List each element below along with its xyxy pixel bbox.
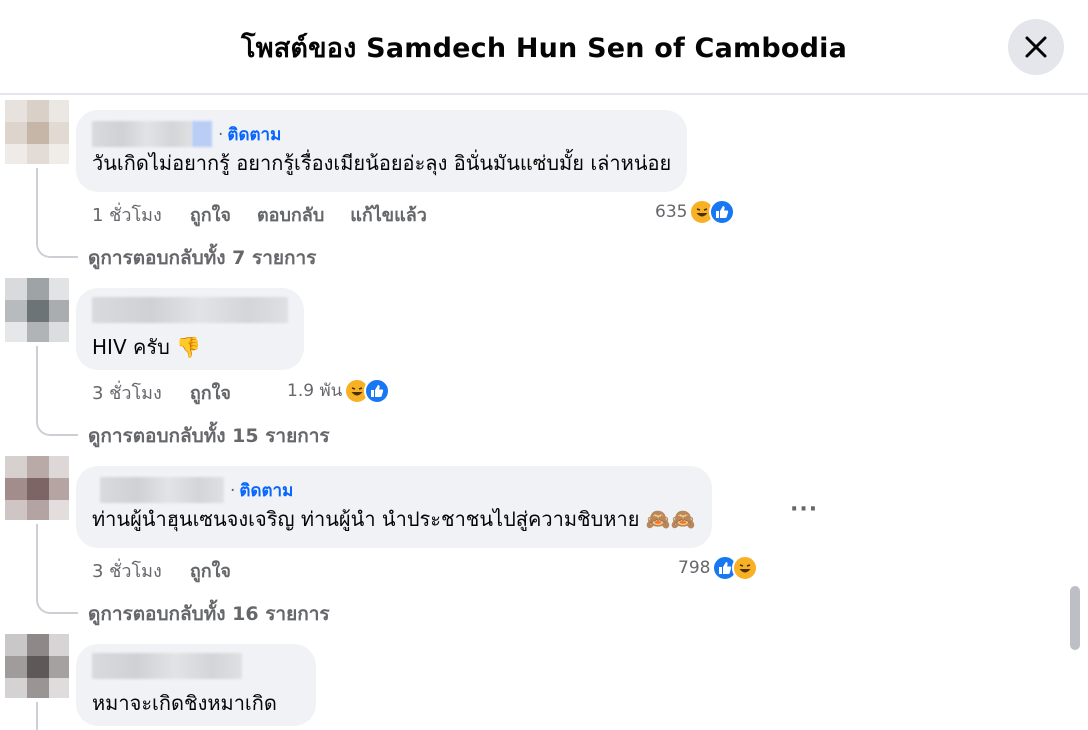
commenter-name-redacted [192,121,212,147]
reaction-summary[interactable]: 635 [655,199,736,225]
comment-actions: 3 ชั่วโมง ถูกใจ [92,378,257,407]
dialog-title: โพสต์ของ Samdech Hun Sen of Cambodia [241,33,847,64]
thread-connector [36,346,78,436]
dialog-header: โพสต์ของ Samdech Hun Sen of Cambodia [0,0,1088,95]
reaction-count: 635 [655,202,688,222]
comment-emoji: 👎 [176,335,202,359]
avatar[interactable] [5,100,69,164]
comment-timestamp[interactable]: 3 ชั่วโมง [92,556,162,585]
comment-text-body: ท่านผู้นำฮุนเซนจงเจริญ ท่านผู้นำ นำประชา… [92,507,640,531]
thread-connector [36,168,78,258]
comment-text: หมาจะเกิดชิงหมาเกิด [92,691,277,715]
close-icon [1025,36,1047,58]
commenter-name-row [92,296,288,324]
view-replies-link[interactable]: ดูการตอบกลับทั้ง 16 รายการ [88,599,330,629]
comment-bubble: · ติดตาม ท่านผู้นำฮุนเซนจงเจริญ ท่านผู้นำ… [76,466,712,548]
like-button[interactable]: ถูกใจ [190,378,231,407]
haha-reaction-icon [732,555,759,581]
reaction-summary[interactable]: 798 [678,555,759,581]
follow-label: ติดตาม [239,480,294,501]
follow-label: ติดตาม [227,124,282,145]
commenter-name[interactable] [92,121,192,147]
reaction-count: 1.9 พัน [287,381,343,401]
comment-bubble: หมาจะเกิดชิงหมาเกิด [76,644,316,726]
reaction-count: 798 [678,558,711,578]
comment-emoji: 🙈🙈 [645,507,696,531]
edited-label[interactable]: แก้ไขแล้ว [350,200,427,229]
comment-text-body: HIV ครับ [92,335,170,359]
avatar[interactable] [5,278,69,342]
comment-text: ท่านผู้นำฮุนเซนจงเจริญ ท่านผู้นำ นำประชา… [92,504,696,534]
avatar[interactable] [5,634,69,698]
view-replies-link[interactable]: ดูการตอบกลับทั้ง 7 รายการ [88,243,316,273]
comment-actions: 3 ชั่วโมง ถูกใจ [92,556,257,585]
comment-bubble: · ติดตาม วันเกิดไม่อยากรู้ อยากรู้เรื่องเ… [76,110,688,192]
view-replies-link[interactable]: ดูการตอบกลับทั้ง 15 รายการ [88,421,330,451]
comment-timestamp[interactable]: 1 ชั่วโมง [92,200,162,229]
comment-actions: 1 ชั่วโมง ถูกใจ ตอบกลับ แก้ไขแล้ว [92,200,453,229]
like-reaction-icon [364,377,391,404]
commenter-name-row: · ติดตาม [92,476,696,504]
commenter-name-row [92,652,300,680]
close-button[interactable] [1008,19,1064,75]
comment-bubble: HIV ครับ 👎 [76,288,304,370]
reply-button[interactable]: ตอบกลับ [257,200,324,229]
commenter-name-row: · ติดตาม [92,120,671,148]
commenter-name[interactable] [92,297,288,323]
avatar[interactable] [5,456,69,520]
thread-connector [36,702,78,730]
follow-link[interactable]: · ติดตาม [218,121,281,148]
scrollbar-thumb[interactable] [1070,586,1080,650]
comment-text: วันเกิดไม่อยากรู้ อยากรู้เรื่องเมียน้อยอ… [92,151,672,175]
comment-text: HIV ครับ 👎 [92,332,288,362]
commenter-name[interactable] [92,653,242,679]
reaction-summary[interactable]: 1.9 พัน [287,377,391,404]
follow-link[interactable]: · ติดตาม [230,477,293,504]
comment-timestamp[interactable]: 3 ชั่วโมง [92,378,162,407]
like-button[interactable]: ถูกใจ [190,200,231,229]
thread-connector [36,524,78,614]
like-reaction-icon [709,199,736,225]
more-options-button[interactable]: ··· [790,497,818,522]
commenter-name[interactable] [100,477,224,503]
like-button[interactable]: ถูกใจ [190,556,231,585]
